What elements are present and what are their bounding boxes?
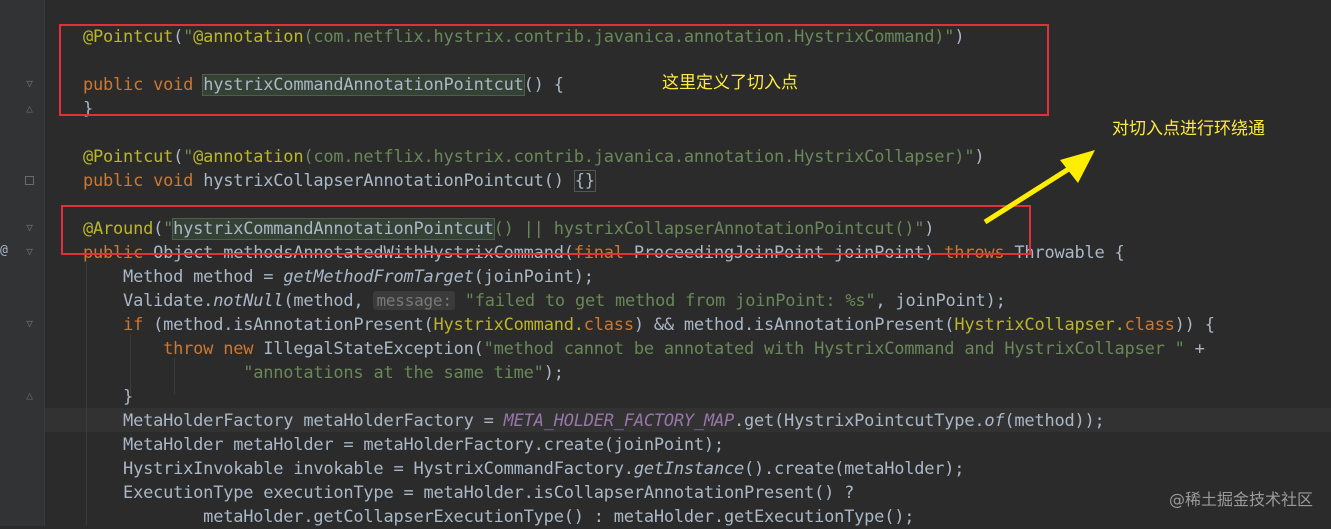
arrow-shaft [983, 162, 1077, 225]
watermark: @稀土掘金技术社区 [1168, 490, 1313, 509]
annotation-arrow [983, 150, 1095, 225]
arrow-head-icon [1060, 150, 1095, 183]
